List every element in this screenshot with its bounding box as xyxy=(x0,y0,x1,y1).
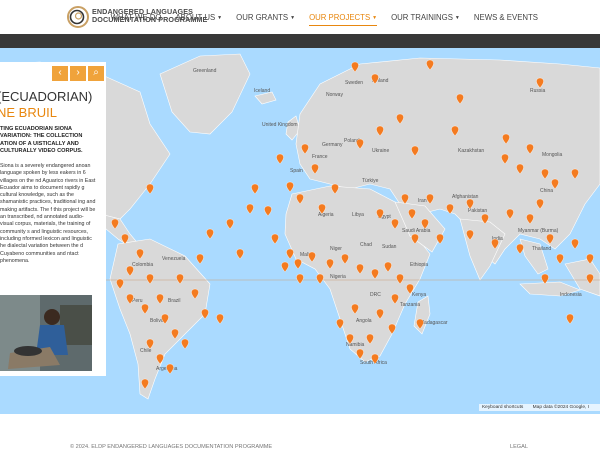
country-label: Afghanistan xyxy=(452,194,479,200)
copyright-text: © 2024. ELDP ENDANGERED LANGUAGES DOCUME… xyxy=(70,444,273,450)
country-label: Russia xyxy=(530,88,546,94)
site-header: ENDANGERED LANGUAGES DOCUMENTATION PROGR… xyxy=(0,0,600,34)
caret-down-icon: ▼ xyxy=(290,14,296,21)
country-label: Angola xyxy=(356,318,372,324)
main-nav: WHAT WE DO ABOUT US ▼ OUR GRANTS ▼ OUR PRO… xyxy=(111,13,538,26)
project-marker-icon[interactable] xyxy=(286,181,294,193)
prev-project-button[interactable]: ‹ xyxy=(52,66,68,81)
next-project-button[interactable]: › xyxy=(70,66,86,81)
project-researcher: NE BRUIL xyxy=(0,105,57,120)
search-icon: ⌕ xyxy=(93,67,99,78)
country-label: Ukraine xyxy=(372,148,389,154)
search-button[interactable]: ⌕ xyxy=(88,66,104,81)
caret-down-icon: ▼ xyxy=(217,14,223,21)
country-label: Saudi Arabia xyxy=(402,228,431,234)
country-label: Niger xyxy=(330,246,342,252)
legal-link[interactable]: LEGAL xyxy=(510,444,528,450)
country-label: United Kingdom xyxy=(262,122,298,128)
project-marker-icon[interactable] xyxy=(516,243,524,255)
project-marker-icon[interactable] xyxy=(294,258,302,270)
country-label: Madagascar xyxy=(420,320,448,326)
project-marker-icon[interactable] xyxy=(181,338,189,350)
chevron-right-icon: › xyxy=(76,67,80,78)
project-marker-icon[interactable] xyxy=(251,183,259,195)
country-label: Ethiopia xyxy=(410,262,428,268)
country-label: DRC xyxy=(370,292,381,298)
country-label: Peru xyxy=(132,298,143,304)
nav-about-us[interactable]: ABOUT US ▼ xyxy=(175,13,222,26)
country-label: Sweden xyxy=(345,80,363,86)
project-marker-icon[interactable] xyxy=(196,253,204,265)
map-attribution: Keyboard shortcuts Map data ©2024 Google… xyxy=(478,404,600,411)
nav-our-projects[interactable]: OUR PROJECTS ▼ xyxy=(309,13,378,26)
country-label: Chad xyxy=(360,242,372,248)
country-label: Kazakhstan xyxy=(458,148,484,154)
country-label: Brazil xyxy=(168,298,181,304)
country-label: Greenland xyxy=(193,68,217,74)
project-marker-icon[interactable] xyxy=(206,228,214,240)
country-label: Iceland xyxy=(254,88,270,94)
panel-controls: ‹ › ⌕ xyxy=(52,66,104,81)
country-label: Norway xyxy=(326,92,343,98)
person-cooking-image xyxy=(0,295,92,371)
project-marker-icon[interactable] xyxy=(146,183,154,195)
country-label: Venezuela xyxy=(162,256,186,262)
country-label: Namibia xyxy=(346,342,365,348)
project-marker-icon[interactable] xyxy=(246,203,254,215)
project-marker-icon[interactable] xyxy=(316,273,324,285)
project-marker-icon[interactable] xyxy=(236,248,244,260)
country-label: Myanmar (Burma) xyxy=(518,228,559,234)
country-label: France xyxy=(312,154,328,160)
map-data-credit: Map data ©2024 Google, I xyxy=(532,405,589,410)
project-heading: TING ECUADORIAN SIONA VARIATION: THE COL… xyxy=(0,126,83,155)
country-label: Tanzania xyxy=(400,302,420,308)
country-label: Mongolia xyxy=(542,152,563,158)
project-photo xyxy=(0,295,92,371)
project-marker-icon[interactable] xyxy=(264,205,272,217)
chevron-left-icon: ‹ xyxy=(58,67,62,78)
keyboard-shortcuts-link[interactable]: Keyboard shortcuts xyxy=(482,405,523,410)
project-marker-icon[interactable] xyxy=(296,273,304,285)
project-marker-icon[interactable] xyxy=(276,153,284,165)
project-marker-icon[interactable] xyxy=(166,363,174,375)
country-label: Sudan xyxy=(382,244,397,250)
country-label: China xyxy=(540,188,553,194)
elp-ring-logo-icon[interactable] xyxy=(66,5,90,29)
site-footer: © 2024. ELDP ENDANGERED LANGUAGES DOCUME… xyxy=(0,414,600,450)
project-marker-icon[interactable] xyxy=(226,218,234,230)
nav-our-trainings[interactable]: OUR TRAININGS ▼ xyxy=(391,13,460,26)
nav-what-we-do[interactable]: WHAT WE DO xyxy=(111,13,162,26)
nav-news-events[interactable]: NEWS & EVENTS xyxy=(474,13,538,26)
project-marker-icon[interactable] xyxy=(571,238,579,250)
map-top-bar xyxy=(0,34,600,48)
project-marker-icon[interactable] xyxy=(566,313,574,325)
project-marker-icon[interactable] xyxy=(271,233,279,245)
project-description: Siona is a severely endangered anoan lan… xyxy=(0,163,96,264)
country-label: Kenya xyxy=(412,292,426,298)
country-label: Indonesia xyxy=(560,292,582,298)
country-label: Pakistan xyxy=(468,208,487,214)
country-label: Libya xyxy=(352,212,364,218)
project-panel: (ECUADORIAN) NE BRUIL TING ECUADORIAN SI… xyxy=(0,62,106,376)
country-label: Algeria xyxy=(318,212,334,218)
country-label: Colombia xyxy=(132,262,153,268)
project-marker-icon[interactable] xyxy=(281,261,289,273)
caret-down-icon: ▼ xyxy=(454,14,460,21)
country-label: Thailand xyxy=(532,246,551,252)
country-label: Iran xyxy=(418,198,427,204)
country-label: Germany xyxy=(322,142,343,148)
country-label: Spain xyxy=(290,168,303,174)
project-marker-icon[interactable] xyxy=(216,313,224,325)
caret-down-icon: ▼ xyxy=(372,14,378,21)
project-marker-icon[interactable] xyxy=(201,308,209,320)
project-marker-icon[interactable] xyxy=(286,248,294,260)
country-label: Mali xyxy=(300,252,309,258)
project-title: (ECUADORIAN) xyxy=(0,89,93,104)
country-label: Nigeria xyxy=(330,274,346,280)
project-marker-icon[interactable] xyxy=(556,253,564,265)
country-label: Türkiye xyxy=(362,178,379,184)
nav-our-grants[interactable]: OUR GRANTS ▼ xyxy=(236,13,295,26)
